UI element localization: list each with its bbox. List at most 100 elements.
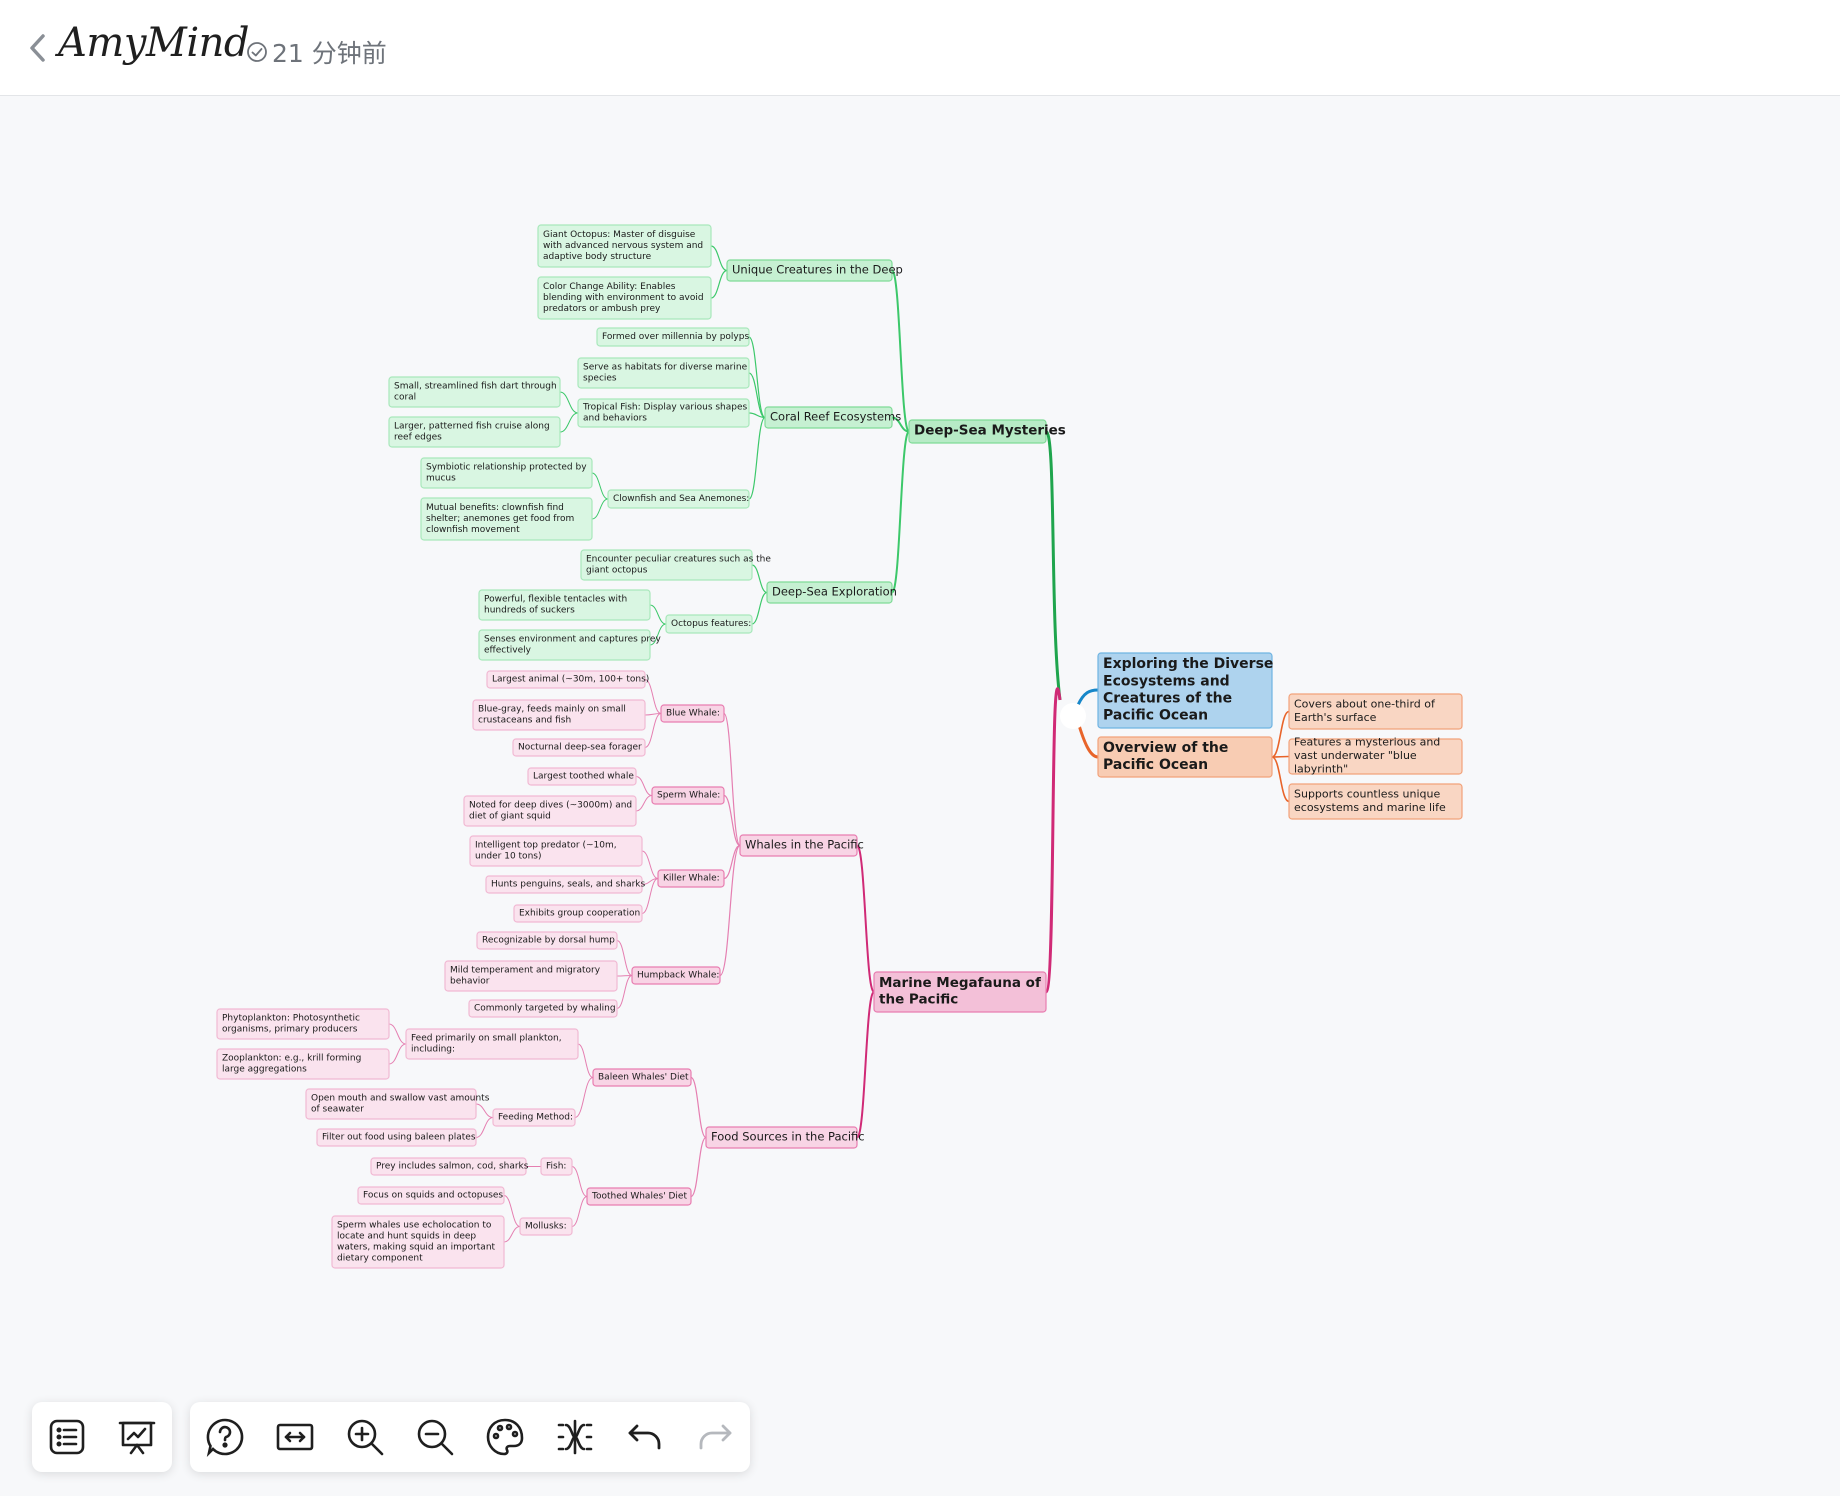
node-label: Toothed Whales' Diet	[591, 1192, 687, 1202]
node-label: Octopus features:	[671, 619, 751, 629]
node-cr2[interactable]: Serve as habitats for diverse marine spec…	[577, 357, 750, 389]
outline-icon	[49, 1419, 85, 1455]
node-coral[interactable]: Coral Reef Ecosystems	[764, 406, 901, 429]
node-kw2[interactable]: Hunts penguins, seals, and sharks	[485, 875, 646, 894]
node-label: Largest toothed whale	[533, 772, 634, 782]
node-un1[interactable]: Giant Octopus: Master of disguise with ad…	[537, 224, 712, 268]
mindmap-canvas[interactable]: Exploring the Diverse Ecosystems and Creat…	[0, 96, 1840, 1492]
node-bp[interactable]: Feed primarily on small plankton, includi…	[405, 1028, 579, 1060]
node-cr4[interactable]: Clownfish and Sea Anemones:	[607, 489, 750, 509]
connector-line	[635, 776, 653, 796]
node-explor[interactable]: Deep-Sea Exploration	[766, 581, 897, 604]
node-tf_1[interactable]: Prey includes salmon, cod, sharks	[370, 1157, 529, 1176]
node-whales[interactable]: Whales in the Pacific	[739, 834, 864, 857]
toolbar-view	[32, 1402, 172, 1472]
node-oc1[interactable]: Powerful, flexible tentacles with hundred…	[478, 589, 651, 621]
node-label: Deep-Sea Exploration	[772, 584, 897, 598]
redo-icon	[699, 1424, 732, 1450]
node-ml1[interactable]: Focus on squids and octopuses	[357, 1186, 505, 1205]
node-label: Focus on squids and octopuses	[363, 1191, 503, 1201]
node-bl3[interactable]: Nocturnal deep-sea forager	[512, 738, 646, 757]
node-cl1[interactable]: Symbiotic relationship protected by mucus	[420, 457, 593, 489]
node-hump[interactable]: Humpback Whale:	[631, 966, 721, 985]
node-label: Sperm Whale:	[657, 791, 720, 801]
node-bm1[interactable]: Open mouth and swallow vast amounts of se…	[305, 1088, 490, 1120]
node-label: Deep-Sea Mysteries	[914, 423, 1066, 439]
node-label: Unique Creatures in the Deep	[732, 262, 903, 276]
connector-line	[690, 1136, 707, 1198]
node-label: Exhibits group cooperation	[519, 909, 640, 919]
node-kw3[interactable]: Exhibits group cooperation	[513, 904, 643, 923]
theme-palette-icon	[486, 1418, 524, 1456]
node-killer[interactable]: Killer Whale:	[657, 869, 725, 888]
node-label: Killer Whale:	[663, 874, 720, 884]
node-kw1[interactable]: Intelligent top predator (~10m, under 10 …	[469, 835, 643, 867]
node-label: Food Sources in the Pacific	[711, 1129, 865, 1143]
node-sperm[interactable]: Sperm Whale:	[651, 786, 725, 805]
node-label: Mollusks:	[525, 1222, 567, 1232]
node-ov3[interactable]: Supports countless unique ecosystems and …	[1288, 783, 1463, 820]
presentation-button[interactable]	[111, 1411, 163, 1463]
outline-button[interactable]	[41, 1411, 93, 1463]
node-root[interactable]: Exploring the Diverse Ecosystems and Creat…	[1097, 652, 1273, 729]
connector-line	[388, 1043, 407, 1065]
undo-icon	[628, 1424, 661, 1450]
back-arrow-icon[interactable]	[26, 30, 50, 66]
node-label: Baleen Whales' Diet	[598, 1073, 689, 1083]
node-bm[interactable]: Feeding Method:	[492, 1108, 576, 1127]
fit-width-button[interactable]	[269, 1411, 321, 1463]
node-ex2[interactable]: Octopus features:	[665, 614, 753, 634]
node-ex1[interactable]: Encounter peculiar creatures such as the…	[580, 549, 771, 581]
node-hb2[interactable]: Mild temperament and migratory behavior	[444, 960, 618, 992]
node-ml2[interactable]: Sperm whales use echolocation to locate a…	[331, 1215, 505, 1269]
node-label: Clownfish and Sea Anemones:	[613, 494, 749, 504]
node-mega[interactable]: Marine Megafauna of the Pacific	[873, 971, 1047, 1013]
node-cr1[interactable]: Formed over millennia by polyps	[596, 327, 750, 347]
connector-line	[1076, 721, 1099, 759]
node-hb3[interactable]: Commonly targeted by whaling	[468, 999, 618, 1018]
node-bp2[interactable]: Zooplankton: e.g., krill forming large ag…	[216, 1048, 390, 1080]
node-bm2[interactable]: Filter out food using baleen plates	[316, 1128, 477, 1147]
node-cl2[interactable]: Mutual benefits: clownfish find shelter; …	[420, 497, 593, 541]
layout-structure-icon	[557, 1419, 593, 1455]
connector-line	[616, 940, 633, 976]
zoom-in-button[interactable]	[339, 1411, 391, 1463]
node-tf1[interactable]: Small, streamlined fish dart through cora…	[388, 376, 561, 408]
node-blue[interactable]: Blue Whale:	[660, 704, 725, 723]
node-baleen[interactable]: Baleen Whales' Diet	[592, 1068, 692, 1087]
node-tfish[interactable]: Fish:	[540, 1157, 573, 1176]
node-ov2[interactable]: Features a mysterious and vast underwater…	[1288, 736, 1463, 776]
node-bl1[interactable]: Largest animal (~30m, 100+ tons)	[486, 670, 649, 689]
node-hb1[interactable]: Recognizable by dorsal hump	[476, 931, 618, 950]
connector-line	[1271, 756, 1290, 803]
help-button[interactable]	[199, 1411, 251, 1463]
node-deepsea[interactable]: Deep-Sea Mysteries	[908, 419, 1066, 444]
zoom-out-button[interactable]	[409, 1411, 461, 1463]
connector-line	[1271, 755, 1290, 758]
undo-button[interactable]	[619, 1411, 671, 1463]
node-label: Hunts penguins, seals, and sharks	[491, 880, 646, 890]
node-tf2[interactable]: Larger, patterned fish cruise along reef …	[388, 416, 561, 448]
redo-button[interactable]	[689, 1411, 741, 1463]
node-bp1[interactable]: Phytoplankton: Photosynthetic organisms, …	[216, 1008, 390, 1040]
node-overview[interactable]: Overview of the Pacific Ocean	[1097, 736, 1273, 778]
node-un2[interactable]: Color Change Ability: Enables blending wi…	[537, 276, 712, 320]
connector-line	[616, 975, 633, 977]
node-toothed[interactable]: Toothed Whales' Diet	[586, 1187, 692, 1206]
node-unique[interactable]: Unique Creatures in the Deep	[726, 259, 903, 282]
connector-line	[503, 1226, 521, 1243]
theme-button[interactable]	[479, 1411, 531, 1463]
node-sp1[interactable]: Largest toothed whale	[527, 767, 637, 786]
node-ov1[interactable]: Covers about one-third of Earth's surface	[1288, 693, 1463, 730]
layout-button[interactable]	[549, 1411, 601, 1463]
connector-line	[571, 1196, 588, 1227]
node-food[interactable]: Food Sources in the Pacific	[705, 1126, 865, 1149]
node-bl2[interactable]: Blue-gray, feeds mainly on small crustace…	[472, 699, 646, 731]
fit-width-icon	[276, 1423, 314, 1451]
node-moll[interactable]: Mollusks:	[519, 1217, 573, 1236]
node-cr3[interactable]: Tropical Fish: Display various shapes and…	[577, 398, 750, 428]
root-hub	[1060, 703, 1086, 729]
node-oc2[interactable]: Senses environment and captures prey effe…	[478, 629, 661, 661]
toolbar-edit	[190, 1402, 750, 1472]
node-sp2[interactable]: Noted for deep dives (~3000m) and diet of…	[463, 795, 637, 827]
